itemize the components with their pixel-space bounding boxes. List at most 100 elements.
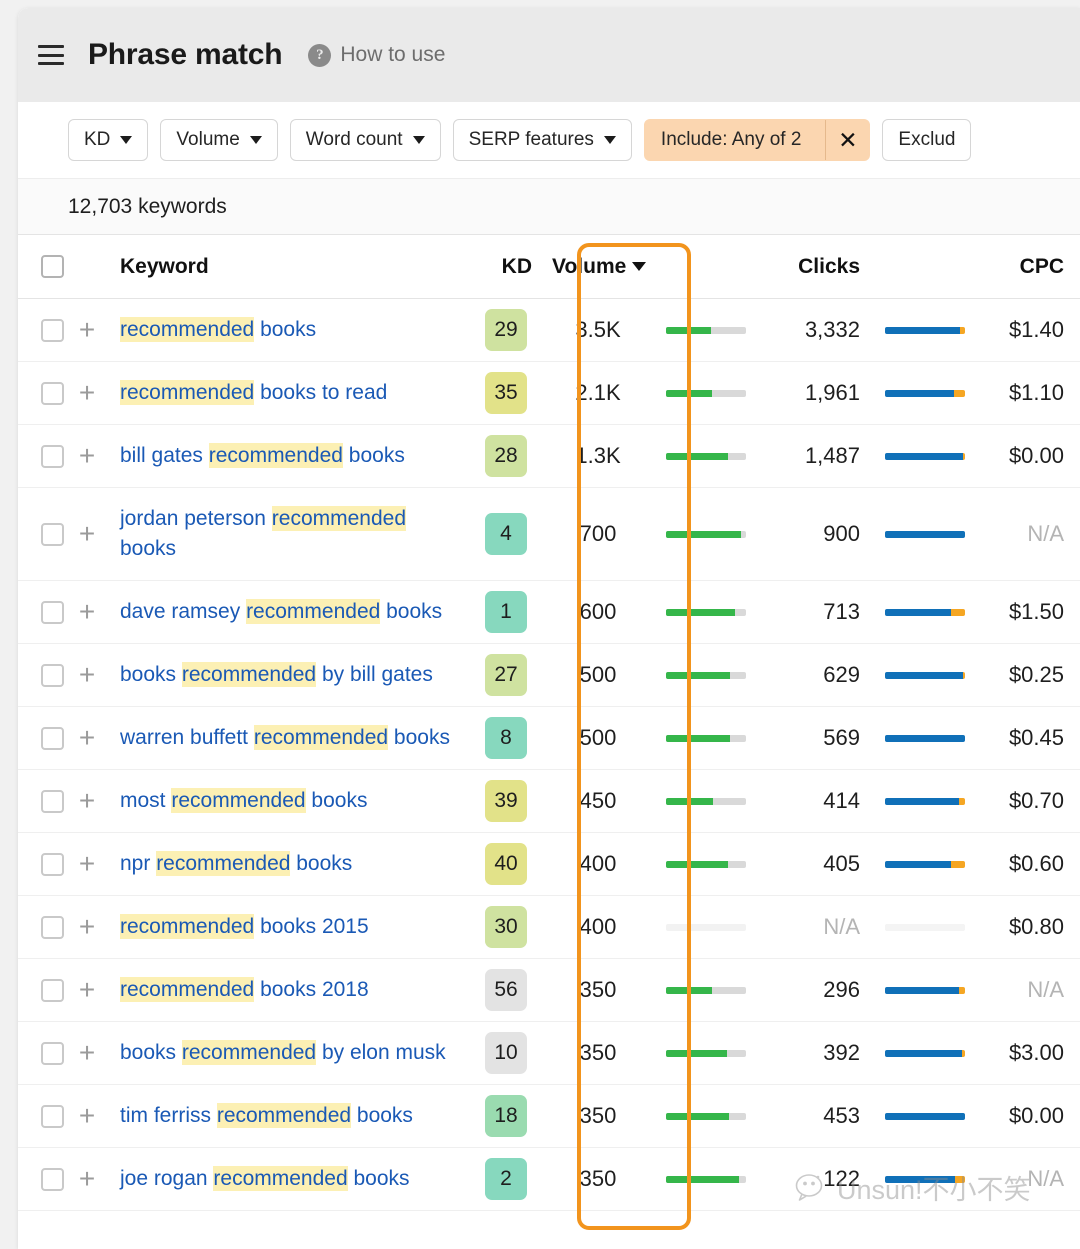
keyword-link[interactable]: recommended books to read — [120, 378, 387, 408]
row-checkbox-cell — [18, 299, 64, 361]
row-checkbox[interactable] — [41, 445, 64, 468]
keyword-text: books — [306, 789, 368, 812]
kd-badge: 40 — [485, 843, 527, 885]
table-header-row: Keyword KD Volume Clicks CPC — [18, 234, 1080, 299]
row-checkbox-cell — [18, 644, 64, 706]
row-checkbox[interactable] — [41, 727, 64, 750]
close-icon[interactable]: ✕ — [825, 120, 869, 160]
row-checkbox[interactable] — [41, 916, 64, 939]
keyword-link[interactable]: warren buffett recommended books — [120, 723, 450, 753]
row-checkbox[interactable] — [41, 523, 64, 546]
keyword-link[interactable]: recommended books 2015 — [120, 912, 369, 942]
row-checkbox[interactable] — [41, 1042, 64, 1065]
row-checkbox[interactable] — [41, 1105, 64, 1128]
plus-icon[interactable]: + — [79, 850, 95, 878]
keyword-link[interactable]: books recommended by bill gates — [120, 660, 433, 690]
keyword-link[interactable]: most recommended books — [120, 786, 367, 816]
table-row[interactable]: +tim ferriss recommended books18350453$0… — [18, 1085, 1080, 1148]
cpc-bar-fill-paid — [885, 672, 963, 679]
filter-chip-serp-features[interactable]: SERP features — [453, 119, 632, 161]
table-row[interactable]: +recommended books293.5K3,332$1.40 — [18, 299, 1080, 362]
table-row[interactable]: +books recommended by bill gates27500629… — [18, 644, 1080, 707]
filter-chip-include-any-of-2[interactable]: Include: Any of 2✕ — [644, 119, 871, 161]
volume-value: 350 — [580, 1040, 617, 1066]
plus-icon[interactable]: + — [79, 976, 95, 1004]
cpc-bar-fill-ads — [963, 672, 965, 679]
plus-icon[interactable]: + — [79, 1102, 95, 1130]
clicks-value: 1,961 — [805, 380, 860, 406]
keyword-highlight: recommended — [171, 788, 305, 813]
table-row[interactable]: +recommended books 201530400N/A$0.80 — [18, 896, 1080, 959]
plus-icon[interactable]: + — [79, 913, 95, 941]
keyword-link[interactable]: dave ramsey recommended books — [120, 597, 442, 627]
table-row[interactable]: +dave ramsey recommended books1600713$1.… — [18, 581, 1080, 644]
keyword-cell: dave ramsey recommended books — [110, 581, 470, 643]
keyword-highlight: recommended — [272, 506, 406, 531]
column-header-kd[interactable]: KD — [470, 255, 542, 279]
table-row[interactable]: +books recommended by elon musk10350392$… — [18, 1022, 1080, 1085]
plus-icon[interactable]: + — [79, 787, 95, 815]
plus-icon[interactable]: + — [79, 442, 95, 470]
cpc-cell: N/A — [984, 1148, 1080, 1210]
keyword-link[interactable]: recommended books 2018 — [120, 975, 369, 1005]
hamburger-icon[interactable] — [36, 42, 66, 68]
plus-icon[interactable]: + — [79, 1039, 95, 1067]
select-all-checkbox[interactable] — [41, 255, 64, 278]
column-header-volume[interactable]: Volume — [542, 255, 654, 279]
keyword-link[interactable]: recommended books — [120, 315, 316, 345]
cpc-cell: $3.00 — [984, 1022, 1080, 1084]
row-checkbox[interactable] — [41, 382, 64, 405]
clicks-bar-cell — [654, 959, 758, 1021]
kd-cell: 30 — [470, 896, 542, 958]
cpc-cell: $1.10 — [984, 362, 1080, 424]
table-row[interactable]: +most recommended books39450414$0.70 — [18, 770, 1080, 833]
keyword-cell: npr recommended books — [110, 833, 470, 895]
filter-chip-word-count[interactable]: Word count — [290, 119, 441, 161]
volume-value: 700 — [580, 521, 617, 547]
table-row[interactable]: +bill gates recommended books281.3K1,487… — [18, 425, 1080, 488]
volume-value: 1.3K — [575, 443, 620, 469]
row-checkbox[interactable] — [41, 601, 64, 624]
plus-icon[interactable]: + — [79, 598, 95, 626]
keyword-text: books — [120, 537, 176, 560]
row-checkbox[interactable] — [41, 790, 64, 813]
add-keyword-cell: + — [64, 896, 110, 958]
plus-icon[interactable]: + — [79, 316, 95, 344]
plus-icon[interactable]: + — [79, 1165, 95, 1193]
keyword-link[interactable]: joe rogan recommended books — [120, 1164, 410, 1194]
row-checkbox[interactable] — [41, 853, 64, 876]
row-checkbox[interactable] — [41, 319, 64, 342]
cpc-bar-fill-ads — [959, 987, 965, 994]
table-row[interactable]: +recommended books to read352.1K1,961$1.… — [18, 362, 1080, 425]
add-keyword-cell: + — [64, 770, 110, 832]
table-row[interactable]: +joe rogan recommended books2350122N/A — [18, 1148, 1080, 1211]
volume-value: 600 — [580, 599, 617, 625]
keyword-link[interactable]: jordan peterson recommended books — [120, 504, 460, 565]
row-checkbox[interactable] — [41, 664, 64, 687]
row-checkbox[interactable] — [41, 1168, 64, 1191]
plus-icon[interactable]: + — [79, 520, 95, 548]
clicks-ratio-bar — [666, 1176, 746, 1183]
plus-icon[interactable]: + — [79, 724, 95, 752]
row-checkbox[interactable] — [41, 979, 64, 1002]
cpc-ratio-bar — [885, 1050, 965, 1057]
plus-icon[interactable]: + — [79, 379, 95, 407]
keyword-text: by elon musk — [316, 1041, 446, 1064]
keyword-link[interactable]: bill gates recommended books — [120, 441, 405, 471]
column-header-clicks[interactable]: Clicks — [758, 255, 866, 279]
column-header-cpc[interactable]: CPC — [984, 255, 1080, 279]
table-row[interactable]: +recommended books 201856350296N/A — [18, 959, 1080, 1022]
column-header-keyword[interactable]: Keyword — [110, 255, 470, 279]
keyword-link[interactable]: books recommended by elon musk — [120, 1038, 446, 1068]
filter-chip-kd[interactable]: KD — [68, 119, 148, 161]
how-to-use-link[interactable]: ? How to use — [308, 43, 445, 67]
plus-icon[interactable]: + — [79, 661, 95, 689]
keyword-link[interactable]: npr recommended books — [120, 849, 352, 879]
table-row[interactable]: +warren buffett recommended books8500569… — [18, 707, 1080, 770]
filter-chip-volume[interactable]: Volume — [160, 119, 277, 161]
keyword-link[interactable]: tim ferriss recommended books — [120, 1101, 413, 1131]
kd-badge: 35 — [485, 372, 527, 414]
table-row[interactable]: +jordan peterson recommended books470090… — [18, 488, 1080, 581]
filter-chip-exclud[interactable]: Exclud — [882, 119, 971, 161]
table-row[interactable]: +npr recommended books40400405$0.60 — [18, 833, 1080, 896]
